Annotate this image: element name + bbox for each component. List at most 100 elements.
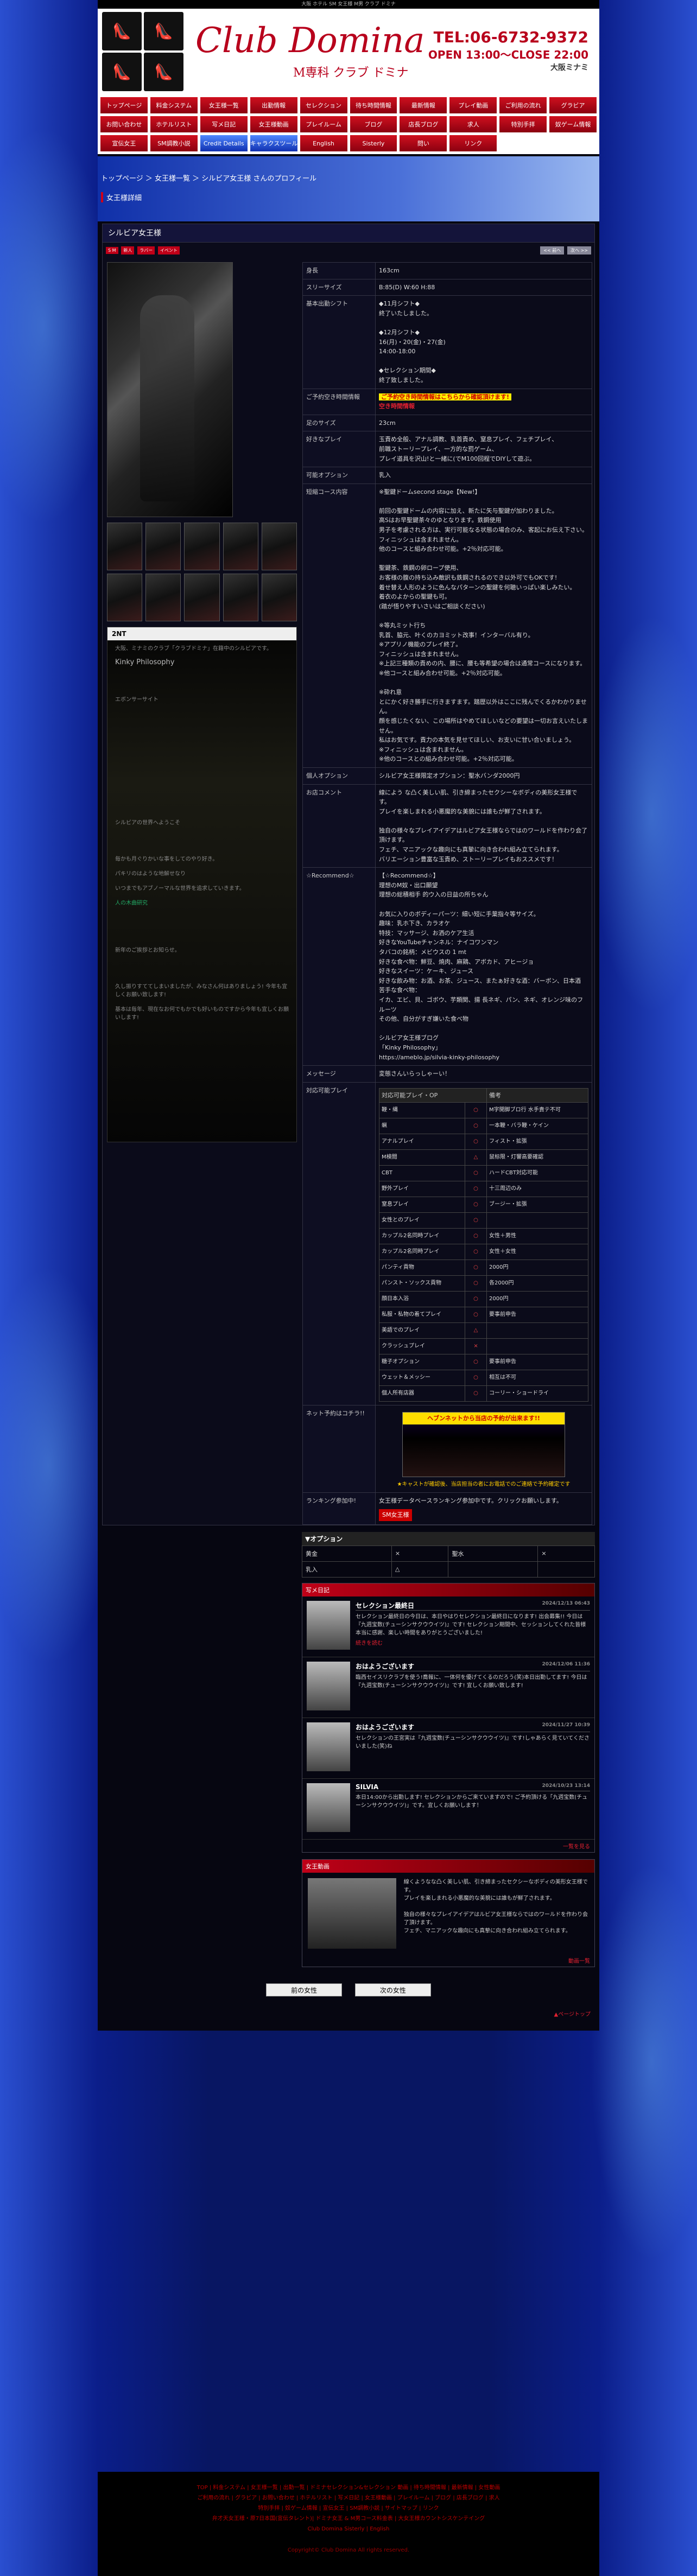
nav-item[interactable]: 女王様動画 [249, 116, 298, 133]
diary-entry-title: おはようございます [356, 1723, 415, 1731]
next-button[interactable]: 次へ >> [567, 246, 591, 255]
diary-readmore[interactable]: 続きを読む [356, 1637, 590, 1648]
profile-value: 変態さんいらっしゃーい！ [375, 1065, 592, 1083]
footer-links[interactable]: 弁才天女王様・原7日本国(宣伝タレント)| ドミナ女王 & M男コース料金表 |… [98, 2514, 599, 2524]
nav-item[interactable]: 店長ブログ [399, 116, 448, 133]
thumbnail[interactable] [145, 523, 181, 570]
nav-item[interactable]: 写メ日記 [199, 116, 248, 133]
profile-value: 玉責め全般、アナル調教、乳首責め、窒息プレイ、フェチプレイ、 前職ストーリープレ… [375, 431, 592, 468]
profile-key: 個人オプション [302, 767, 376, 785]
photo-figure [140, 295, 194, 501]
thumbnail[interactable] [223, 523, 258, 570]
profile-key: 短縮コース内容 [302, 483, 376, 768]
play-note [486, 1322, 588, 1339]
contact-info: TEL:06-6732-9372 OPEN 13:00～CLOSE 22:00 … [428, 28, 588, 73]
footer-links[interactable]: Club Domina Sisterly | English [98, 2524, 599, 2534]
thumbnail[interactable] [184, 523, 220, 570]
blog-link[interactable]: 人の木曲研究 [107, 895, 296, 909]
profile-row: スリーサイズ B:85(D) W:60 H:88 [302, 278, 592, 296]
nav-item[interactable]: プレイ動画 [449, 97, 498, 114]
phone-number[interactable]: TEL:06-6732-9372 [428, 28, 588, 46]
nav-item[interactable]: 出勤情報 [249, 97, 298, 114]
page-top-link[interactable]: ▲ページトップ [102, 2007, 595, 2020]
nav-item[interactable]: 最新情報 [399, 97, 448, 114]
thumbnail[interactable] [261, 574, 297, 621]
nav-item[interactable]: リンク [449, 135, 498, 152]
nav-item[interactable]: Sisterly [349, 135, 398, 152]
nav-item[interactable]: セレクション [299, 97, 348, 114]
profile-row: 身長 163cm [302, 262, 592, 279]
nav-item[interactable]: SM調教小説 [149, 135, 198, 152]
thumbnail[interactable] [223, 574, 258, 621]
nav-item[interactable]: ご利用の流れ [499, 97, 548, 114]
left-column: 2NT 大阪、ミナミのクラブ「クラブドミナ」在籍中のシルビアです。 Kinky … [103, 260, 300, 1525]
profile-name: シルビア女王様 [103, 224, 594, 243]
nav-item[interactable]: 問い [399, 135, 448, 152]
main-nav: トップページ 料金システム 女王様一覧 出勤情報 セレクション 待ち時間情報 最… [98, 94, 599, 154]
nav-item[interactable]: 求人 [449, 116, 498, 133]
thumbnail[interactable] [261, 523, 297, 570]
reservation-notice[interactable]: ご予約空き時間情報はこちらから確認頂けます! [379, 393, 512, 400]
profile-value: ご予約空き時間情報はこちらから確認頂けます! 空き時間情報 [375, 388, 592, 415]
play-row: 顔日本入浴 ○ 2000円 [378, 1291, 588, 1308]
site-logo[interactable]: Club Domina [195, 21, 424, 61]
thumbnail[interactable] [184, 574, 220, 621]
footer-links[interactable]: ご利用の流れ | グラビア | お問い合わせ | ホテルリスト | 写メ日記 |… [98, 2493, 599, 2503]
nav-item[interactable]: キャラクスツールーニング [249, 135, 298, 152]
footer-links[interactable]: 特別手拝 | 奴ゲーム情報 | 宣伝女王 | SM調教小説 | サイトマップ |… [98, 2503, 599, 2514]
thumbnail[interactable] [107, 523, 143, 570]
prev-button[interactable]: << 前へ [540, 246, 565, 255]
net-cell: ヘブンネットから当店の予約が出来ます!! ★キャストが確認後、当店担当の者にお電話… [375, 1405, 592, 1493]
shoe-icon: 👠 [102, 53, 142, 91]
top-strip: 大阪 ホテル SM 女王様 M男 クラブ ドミナ [98, 0, 599, 9]
thumbnail[interactable] [107, 574, 143, 621]
nav-item[interactable]: 料金システム [149, 97, 198, 114]
diary-entry[interactable]: セレクション最終日 2024/12/13 06:43 セレクション最終日の今日は、本… [302, 1597, 594, 1657]
diary-entry[interactable]: おはようございます 2024/12/06 11:36 臨西セイスリクラブを使う!喬報… [302, 1657, 594, 1718]
option-value: △ [391, 1561, 449, 1578]
nav-item[interactable]: ホテルリスト [149, 116, 198, 133]
availability-link[interactable]: 空き時間情報 [379, 402, 588, 411]
breadcrumb[interactable]: トップページ ＞ 女王様一覧 ＞ シルビア女王様 さんのプロフィール [101, 173, 316, 183]
diary-more-link[interactable]: 一覧を見る [302, 1840, 594, 1852]
play-row: 個人所有店器 ○ コーリー・ショードライ [378, 1385, 588, 1402]
main-photo[interactable] [107, 262, 233, 517]
option-value [537, 1561, 595, 1578]
nav-item[interactable]: プレイルーム [299, 116, 348, 133]
play-row: パンスト・ソックス貢物 ○ 各2000円 [378, 1275, 588, 1292]
nav-item[interactable]: 奴ゲーム情報 [549, 116, 597, 133]
nav-item[interactable]: ブログ [349, 116, 398, 133]
nav-item[interactable]: お問い合わせ [100, 116, 148, 133]
nav-item[interactable]: トップページ [100, 97, 148, 114]
nav-item[interactable]: 女王様一覧 [199, 97, 248, 114]
diary-entry[interactable]: SILVIA 2024/10/23 13:14 本日14:00から出勤します! セレ… [302, 1779, 594, 1840]
profile-value: B:85(D) W:60 H:88 [375, 278, 592, 296]
play-name: カップル2名同時プレイ [378, 1228, 466, 1245]
play-name: M検閲 [378, 1149, 466, 1166]
nav-item[interactable]: 待ち時間情報 [349, 97, 398, 114]
footer-links[interactable]: TOP | 料金システム | 女王様一覧 | 出勤一覧 | ドミナセレクション&… [98, 2483, 599, 2493]
nav-item[interactable]: Credit Details [199, 135, 248, 152]
video-more-link[interactable]: 動画一覧 [302, 1954, 594, 1967]
net-banner[interactable]: ヘブンネットから当店の予約が出来ます!! [402, 1412, 565, 1478]
play-name: カップル2名同時プレイ [378, 1244, 466, 1261]
profile-key: スリーサイズ [302, 278, 376, 296]
play-row: 美語でのプレイ △ [378, 1322, 588, 1339]
nav-item[interactable]: English [299, 135, 348, 152]
ranking-button[interactable]: SM女王様 [379, 1509, 413, 1521]
play-note: 2000円 [486, 1291, 588, 1308]
prev-profile-button[interactable]: 前の女性 [266, 1983, 343, 1996]
thumbnail[interactable] [145, 574, 181, 621]
play-note: 各2000円 [486, 1275, 588, 1292]
option-value: × [391, 1545, 449, 1562]
blog-label: 2NT [107, 627, 296, 640]
diary-entry[interactable]: おはようございます 2024/11/27 10:39 セレクションの王宮実は『九週宝… [302, 1718, 594, 1779]
next-profile-button[interactable]: 次の女性 [354, 1983, 431, 1996]
nav-item[interactable]: 特別手拝 [499, 116, 548, 133]
nav-item[interactable]: グラビア [549, 97, 597, 114]
blog-title[interactable]: Kinky Philosophy [107, 655, 296, 670]
video-thumbnail[interactable] [308, 1878, 396, 1949]
profile-row: 基本出勤シフト ◆11月シフト◆ 終了いたしました。 ◆12月シフト◆ 16(月)… [302, 295, 592, 389]
blog-line: 久し振りすててしまいましたが、みなさん何はありましょう! 今年も宜しくお願い致し… [115, 984, 288, 998]
nav-item[interactable]: 宣伝女王 [100, 135, 148, 152]
